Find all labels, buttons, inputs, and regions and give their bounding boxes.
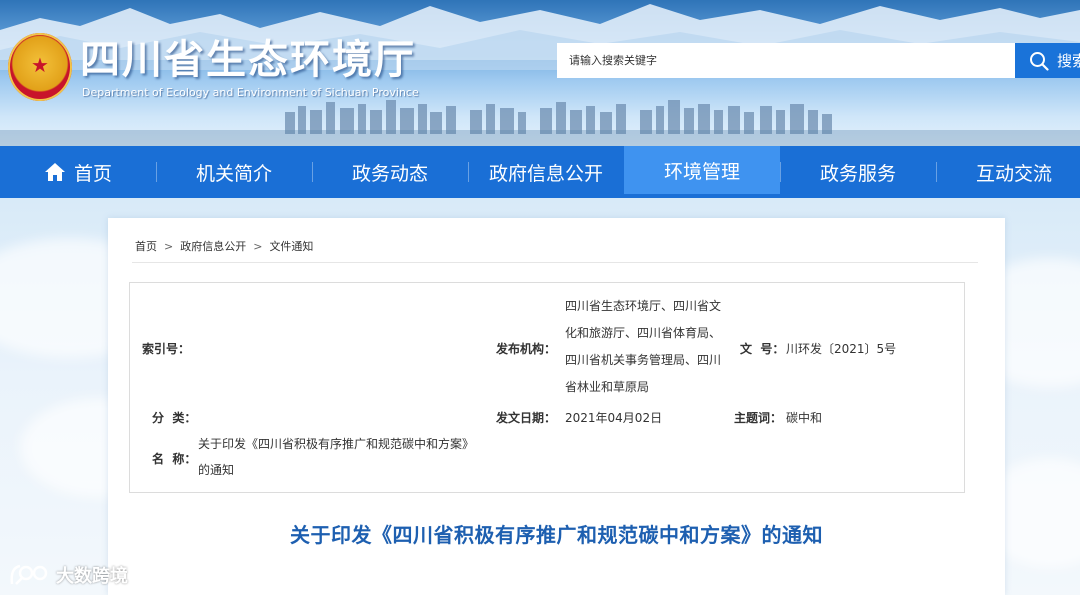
nav-item-label: 机关简介 — [195, 162, 272, 185]
breadcrumb-separator: > — [253, 240, 263, 253]
nav-item-label: 政府信息公开 — [488, 162, 603, 185]
name-value: 关于印发《四川省积极有序推广和规范碳中和方案》的通知 — [198, 437, 475, 477]
nav-item-label: 首页 — [73, 162, 112, 185]
subject-value: 碳中和 — [786, 411, 823, 425]
content-card: 首页 > 政府信息公开 > 文件通知 索引号： 发布机构： 四川省生态环境厅、四川省文化… — [108, 218, 1005, 595]
publish-date-value: 2021年04月02日 — [565, 411, 663, 425]
breadcrumb-notice-link[interactable]: 文件通知 — [269, 240, 313, 253]
breadcrumb-separator: > — [164, 240, 174, 253]
nav-item-interaction[interactable]: 互动交流 — [936, 146, 1080, 198]
document-title: 关于印发《四川省积极有序推广和规范碳中和方案》的通知 — [290, 523, 823, 547]
nav-item-label: 政务服务 — [819, 162, 896, 185]
search-button[interactable]: 搜索 — [1015, 43, 1080, 78]
docno-label: 文 号： — [740, 342, 785, 356]
nav-item-services[interactable]: 政务服务 — [780, 146, 936, 198]
breadcrumb-info-disclosure-link[interactable]: 政府信息公开 — [180, 240, 246, 253]
nav-item-home[interactable]: 首页 — [0, 146, 156, 198]
watermark: 大数跨境 — [8, 562, 128, 588]
nav-item-news[interactable]: 政务动态 — [312, 146, 468, 198]
brand-logo-icon — [10, 564, 48, 585]
document-metadata-table: 索引号： 发布机构： 四川省生态环境厅、四川省文化和旅游厅、四川省体育局、四川省… — [129, 282, 965, 493]
publish-date-label: 发文日期： — [496, 411, 557, 425]
docno-value: 川环发〔2021〕5号 — [786, 342, 897, 356]
home-icon — [44, 163, 65, 181]
breadcrumb-divider — [132, 262, 978, 263]
name-label: 名 称： — [152, 452, 197, 466]
national-emblem-icon: ★ — [8, 33, 72, 101]
nav-item-environment-management[interactable]: 环境管理 — [624, 146, 780, 194]
search-icon — [1030, 51, 1049, 71]
main-nav: 首页 机关简介 政务动态 政府信息公开 环境管理 政务服务 互动交流 — [0, 146, 1080, 198]
site-title: 四川省生态环境厅 — [80, 37, 416, 83]
watermark-text: 大数跨境 — [56, 566, 128, 587]
nav-item-about[interactable]: 机关简介 — [156, 146, 312, 198]
nav-item-label: 环境管理 — [663, 160, 740, 183]
publisher-value: 四川省生态环境厅、四川省文化和旅游厅、四川省体育局、四川省机关事务管理局、四川省… — [565, 299, 722, 394]
breadcrumb: 首页 > 政府信息公开 > 文件通知 — [135, 238, 313, 254]
nav-item-info-disclosure[interactable]: 政府信息公开 — [468, 146, 624, 198]
nav-item-label: 互动交流 — [975, 162, 1052, 185]
publisher-label: 发布机构： — [496, 342, 557, 356]
subject-label: 主题词： — [734, 411, 783, 425]
index-label: 索引号： — [142, 342, 191, 356]
header-banner: ★ 四川省生态环境厅 Department of Ecology and Env… — [0, 0, 1080, 146]
search-button-label: 搜索 — [1057, 52, 1080, 70]
search-input[interactable] — [557, 43, 1015, 78]
breadcrumb-home-link[interactable]: 首页 — [135, 240, 157, 253]
site-subtitle: Department of Ecology and Environment of… — [82, 86, 419, 99]
category-label: 分 类： — [152, 411, 197, 425]
nav-item-label: 政务动态 — [351, 162, 428, 185]
